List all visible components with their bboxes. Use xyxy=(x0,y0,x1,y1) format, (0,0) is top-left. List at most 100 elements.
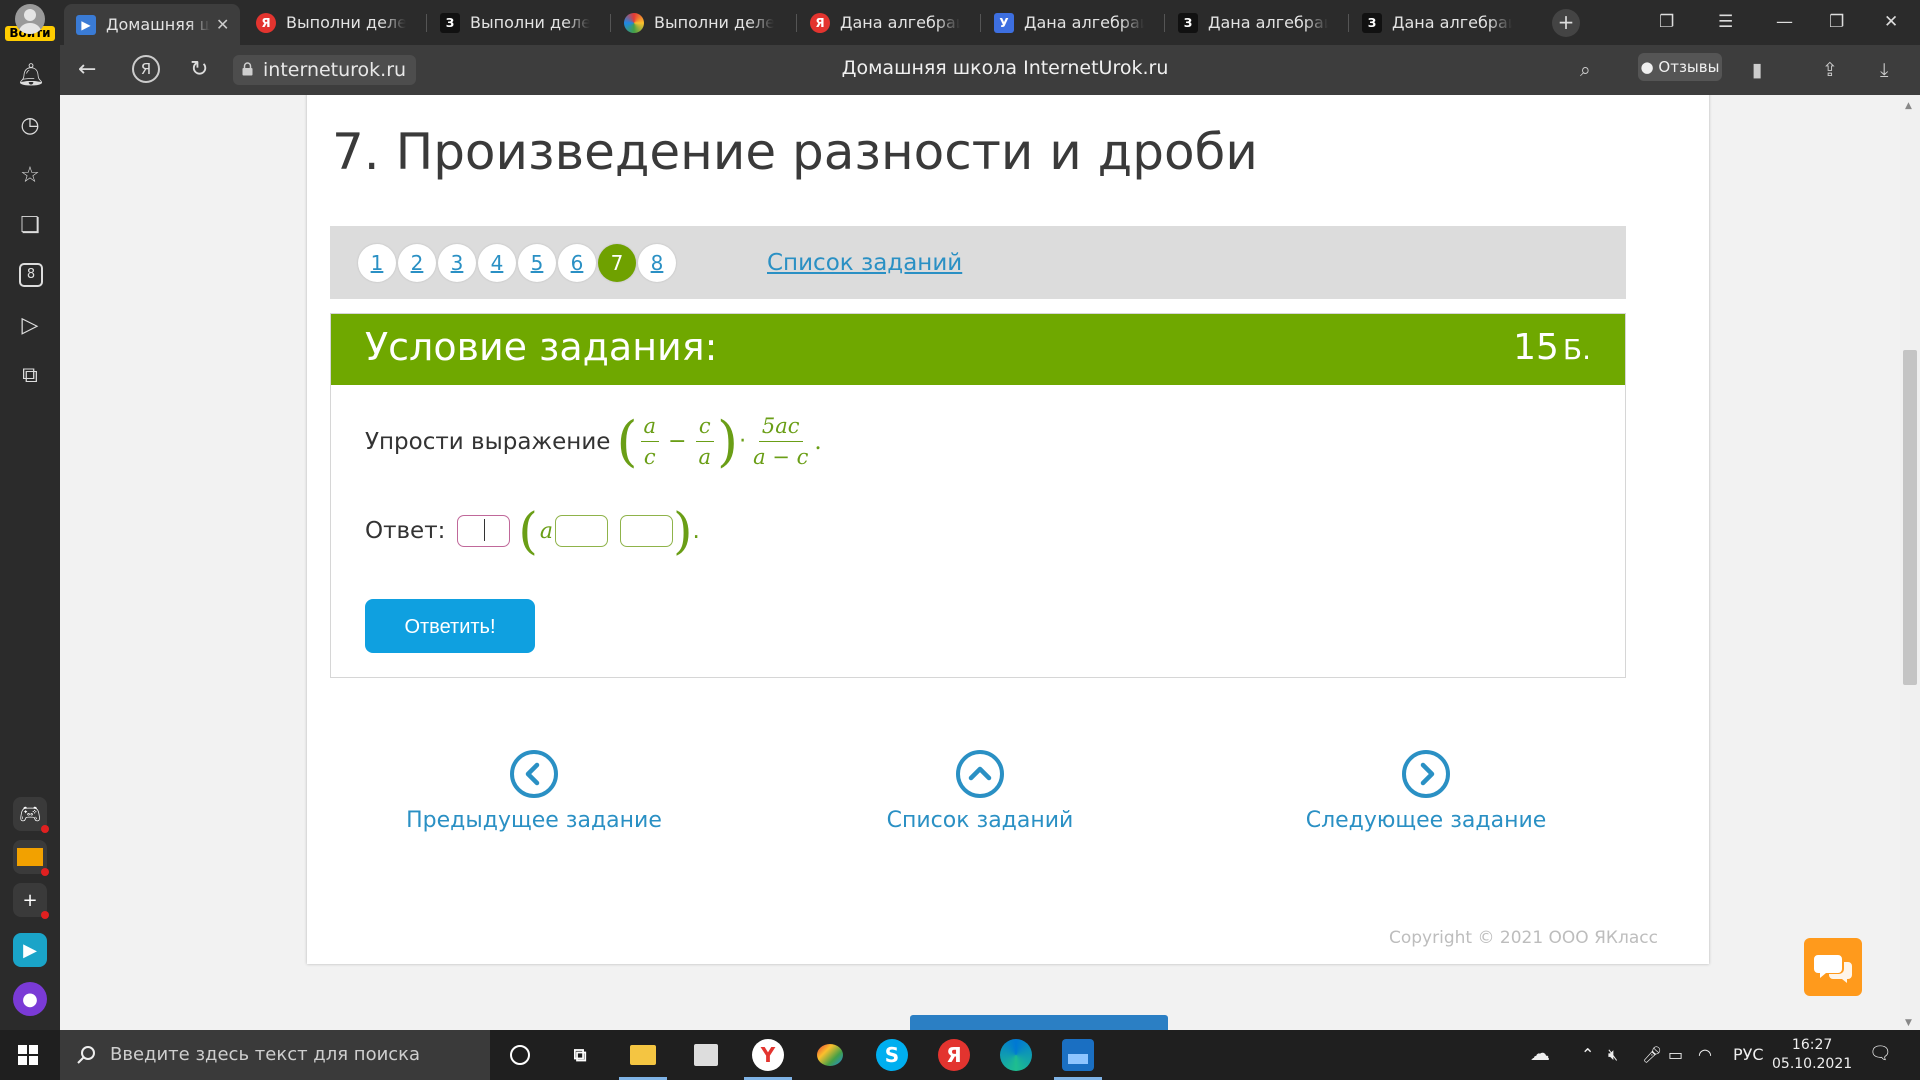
prev-task-button[interactable]: Предыдущее задание xyxy=(384,750,684,833)
tab-active[interactable]: ▶ Домашняя шк ✕ xyxy=(64,4,240,45)
add-icon[interactable]: + xyxy=(13,883,49,919)
cortana-icon[interactable] xyxy=(504,1039,536,1071)
math-expression: ( a c − c a ) · 5ac a − c . xyxy=(616,409,822,473)
microphone-icon[interactable]: 🎤︎ xyxy=(1642,1045,1662,1064)
submit-answer-button[interactable]: Ответить! xyxy=(365,599,535,653)
scroll-up-arrow-icon[interactable]: ▲ xyxy=(1905,101,1912,111)
scrollbar-thumb[interactable] xyxy=(1903,350,1917,685)
task-list-link[interactable]: Список заданий xyxy=(767,250,962,276)
play-icon[interactable]: ▷ xyxy=(17,313,43,339)
task-panel: Условие задания: 15 Б. Упрости выражение … xyxy=(330,313,1626,678)
browser-tab-bar: Войти ▶ Домашняя шк ✕ Я Выполни делени З… xyxy=(0,0,1920,45)
scroll-down-arrow-icon[interactable]: ▼ xyxy=(1905,1018,1912,1028)
task-list-button[interactable]: Список заданий xyxy=(830,750,1130,833)
notification-dot xyxy=(41,868,49,876)
language-indicator[interactable]: РУС xyxy=(1733,1045,1764,1064)
tab[interactable]: Выполни делени xyxy=(612,4,796,41)
yandex-icon: Я xyxy=(256,12,276,33)
windows-start-icon[interactable] xyxy=(18,1045,38,1065)
collections-icon[interactable]: ❐ xyxy=(1659,12,1674,32)
screenshot-icon[interactable]: ⧉ xyxy=(17,363,43,389)
znanija-icon: З xyxy=(440,12,460,33)
znanija-icon: З xyxy=(1362,12,1382,33)
pager-item-3[interactable]: 3 xyxy=(438,244,476,282)
znanija-icon: З xyxy=(1178,12,1198,33)
file-explorer-icon[interactable] xyxy=(619,1039,667,1080)
task-header-title: Условие задания: xyxy=(365,325,718,369)
history-clock-icon[interactable]: ◷ xyxy=(17,113,43,139)
minimize-icon[interactable]: — xyxy=(1776,12,1793,32)
fraction-c-over-a: c a xyxy=(695,411,715,472)
tab-separator xyxy=(1348,14,1349,32)
right-paren: ) xyxy=(717,409,739,473)
tab[interactable]: Я Дана алгебраиче xyxy=(798,4,974,41)
address-bar: ← Я ↻ interneturok.ru Домашняя школа Int… xyxy=(60,45,1920,95)
tab[interactable]: У Дана алгебраиче xyxy=(982,4,1158,41)
counter-8-icon[interactable]: 8 xyxy=(19,263,43,287)
battery-icon[interactable]: ▭ xyxy=(1668,1045,1683,1064)
pager-item-4[interactable]: 4 xyxy=(478,244,516,282)
alice-icon[interactable]: ● xyxy=(13,982,47,1016)
restore-icon[interactable]: ❐ xyxy=(1829,12,1844,32)
search-zoom-icon[interactable]: ⌕ xyxy=(1580,59,1591,81)
tab[interactable]: Я Выполни делени xyxy=(244,4,420,41)
system-clock[interactable]: 16:27 05.10.2021 xyxy=(1772,1036,1852,1074)
pager-item-1[interactable]: 1 xyxy=(358,244,396,282)
volume-muted-icon[interactable]: 🔇︎ xyxy=(1608,1045,1618,1065)
photos-icon[interactable] xyxy=(1054,1039,1102,1080)
tab[interactable]: З Дана алгебраиче xyxy=(1166,4,1342,41)
answer-sign-input[interactable] xyxy=(457,515,511,547)
tab-title: Дана алгебраиче xyxy=(1024,13,1144,32)
tab[interactable]: З Выполни делени xyxy=(428,4,604,41)
task-view-icon[interactable]: ⧉ xyxy=(564,1039,596,1071)
yandex-icon[interactable]: Я xyxy=(938,1039,970,1071)
chevron-left-icon xyxy=(510,750,558,798)
edge-icon[interactable] xyxy=(1000,1039,1032,1071)
pager-item-7-current[interactable]: 7 xyxy=(598,244,636,282)
share-icon[interactable]: ⇪ xyxy=(1822,59,1838,81)
footer-banner-edge xyxy=(910,1015,1168,1030)
notifications-icon[interactable]: 🗨︎ xyxy=(1869,1043,1892,1064)
close-tab-icon[interactable]: ✕ xyxy=(216,15,229,34)
taskbar-search-field[interactable]: Введите здесь текст для поиска xyxy=(60,1030,490,1080)
store-icon[interactable] xyxy=(690,1039,722,1071)
messenger-icon[interactable]: ▶ xyxy=(13,933,47,967)
new-tab-button[interactable]: + xyxy=(1552,9,1580,37)
weather-cloud-icon[interactable]: ☁ xyxy=(1530,1041,1550,1065)
paint-icon[interactable] xyxy=(814,1039,846,1071)
collections-icon[interactable]: ❏ xyxy=(17,213,43,239)
notification-dot xyxy=(41,825,49,833)
pager-item-8[interactable]: 8 xyxy=(638,244,676,282)
tab-title: Дана алгебраиче xyxy=(1392,13,1512,32)
mail-icon[interactable] xyxy=(13,840,49,876)
star-icon[interactable]: ☆ xyxy=(17,163,43,189)
wifi-icon[interactable]: ◠ xyxy=(1698,1045,1712,1064)
chevron-up-icon xyxy=(956,750,1004,798)
pager-item-5[interactable]: 5 xyxy=(518,244,556,282)
answer-term-input[interactable] xyxy=(620,515,673,547)
chevron-up-icon[interactable]: ⌃ xyxy=(1581,1045,1594,1064)
tab-title: Домашняя шк xyxy=(106,15,210,34)
reviews-button[interactable]: ● Отзывы xyxy=(1638,53,1722,81)
tab-title: Выполни делени xyxy=(654,13,774,32)
bookmark-icon[interactable]: ▮ xyxy=(1752,59,1762,81)
pager-item-6[interactable]: 6 xyxy=(558,244,596,282)
copyright: Copyright © 2021 ООО ЯКласс xyxy=(1389,928,1658,948)
pager-item-2[interactable]: 2 xyxy=(398,244,436,282)
next-task-button[interactable]: Следующее задание xyxy=(1276,750,1576,833)
download-icon[interactable]: ⤓ xyxy=(1880,59,1888,81)
login-button[interactable]: Войти xyxy=(0,0,60,46)
games-icon[interactable]: 🎮︎ xyxy=(13,797,49,833)
tab[interactable]: З Дана алгебраиче xyxy=(1350,4,1526,41)
chat-button[interactable] xyxy=(1804,938,1862,996)
skype-icon[interactable]: S xyxy=(876,1039,908,1071)
close-window-icon[interactable]: ✕ xyxy=(1884,12,1898,32)
menu-icon[interactable]: ☰ xyxy=(1718,12,1733,32)
tab-title: Дана алгебраиче xyxy=(1208,13,1328,32)
taskbar-search-placeholder: Введите здесь текст для поиска xyxy=(110,1044,421,1065)
internet-urok-icon: ▶ xyxy=(76,14,96,35)
browser-sidebar: 🔔︎ ◷ ☆ ❏ 8 ▷ ⧉ 🎮︎ + ▶ ● xyxy=(0,45,60,1030)
bell-icon[interactable]: 🔔︎ xyxy=(17,63,45,89)
yandex-browser-icon[interactable]: Y xyxy=(744,1039,792,1080)
answer-operator-input[interactable] xyxy=(555,515,608,547)
